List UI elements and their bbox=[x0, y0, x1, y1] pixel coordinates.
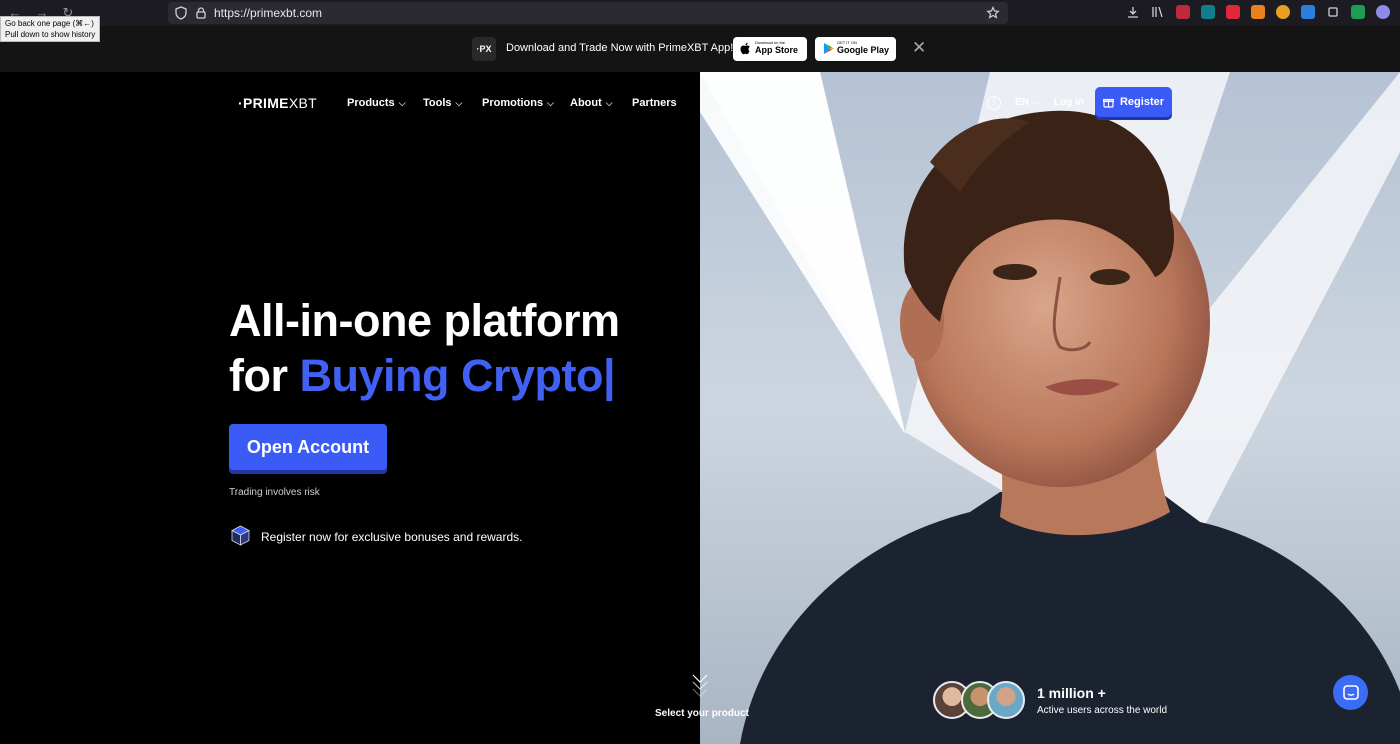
nav-products[interactable]: Products ⌵ bbox=[347, 97, 406, 109]
nav-tools[interactable]: Tools ⌵ bbox=[423, 97, 462, 109]
extension-red-icon[interactable] bbox=[1176, 5, 1190, 19]
app-store-label: App Store bbox=[755, 45, 799, 55]
nav-partners[interactable]: Partners bbox=[632, 97, 677, 109]
apple-icon bbox=[740, 42, 750, 55]
avatar bbox=[987, 681, 1025, 719]
browser-toolbar: ← → ↻ https://primexbt.com Go back one p… bbox=[0, 0, 1400, 42]
users-label: Active users across the world bbox=[1037, 705, 1168, 716]
chevron-down-icon: ⌵ bbox=[398, 98, 406, 108]
extension-k-icon[interactable] bbox=[1301, 5, 1315, 19]
hero-left-panel bbox=[0, 72, 700, 744]
logo-bold-text: ·PRIME bbox=[238, 95, 289, 111]
extensions-puzzle-icon[interactable] bbox=[1326, 5, 1340, 19]
extension-lock-icon[interactable] bbox=[1226, 5, 1240, 19]
google-play-button[interactable]: GET IT ON Google Play bbox=[815, 37, 896, 61]
back-tooltip: Go back one page (⌘←) Pull down to show … bbox=[0, 16, 101, 42]
headline-accent: Buying Crypto| bbox=[299, 350, 616, 401]
register-label: Register bbox=[1119, 96, 1165, 108]
chevron-down-icon: ⌵ bbox=[547, 98, 554, 108]
headline-line-2: for Buying Crypto| bbox=[229, 348, 619, 403]
hero-person-illustration bbox=[700, 72, 1400, 744]
google-play-icon bbox=[824, 43, 834, 54]
headline-for: for bbox=[229, 350, 300, 401]
gift-icon bbox=[1103, 98, 1114, 108]
bonus-text: Register now for exclusive bonuses and r… bbox=[261, 530, 523, 544]
nav-promotions-label: Promotions bbox=[482, 97, 544, 109]
open-account-button[interactable]: Open Account bbox=[229, 424, 387, 470]
promo-text: Download and Trade Now with PrimeXBT App… bbox=[506, 42, 734, 54]
chat-support-button[interactable] bbox=[1333, 675, 1368, 710]
logo-light-text: XBT bbox=[288, 95, 317, 111]
extension-star-icon[interactable] bbox=[1276, 5, 1290, 19]
register-button[interactable]: Register bbox=[1095, 87, 1172, 117]
extension-x-icon[interactable] bbox=[1351, 5, 1365, 19]
chat-icon bbox=[1342, 684, 1359, 700]
chevron-down-icon: ⌵ bbox=[1031, 97, 1039, 107]
chevron-down-icon: ⌵ bbox=[605, 98, 613, 108]
app-store-button[interactable]: Download on the App Store bbox=[733, 37, 807, 61]
login-link[interactable]: Log in bbox=[1054, 97, 1084, 108]
extension-purple-icon[interactable] bbox=[1376, 5, 1390, 19]
primexbt-logo[interactable]: ·PRIMEXBT bbox=[238, 95, 317, 111]
hero-photo bbox=[700, 72, 1400, 744]
address-bar[interactable]: https://primexbt.com bbox=[168, 2, 1008, 24]
extensions-toolbar bbox=[1126, 5, 1390, 19]
close-icon[interactable]: ✕ bbox=[912, 39, 926, 56]
extension-teal-icon[interactable] bbox=[1201, 5, 1215, 19]
lock-icon[interactable] bbox=[194, 6, 208, 20]
library-icon[interactable] bbox=[1151, 5, 1165, 19]
px-app-logo: ·PX bbox=[472, 37, 496, 61]
select-product-label[interactable]: Select your product bbox=[655, 708, 749, 719]
metamask-fox-icon[interactable] bbox=[1251, 5, 1265, 19]
language-selector[interactable]: EN ⌵ bbox=[1015, 97, 1039, 108]
app-promo-banner: ·PX Download and Trade Now with PrimeXBT… bbox=[0, 26, 1400, 72]
url-text: https://primexbt.com bbox=[214, 6, 323, 20]
nav-about-label: About bbox=[570, 97, 602, 109]
nav-products-label: Products bbox=[347, 97, 395, 109]
user-avatars bbox=[933, 681, 1028, 721]
hero-headline: All-in-one platform for Buying Crypto| bbox=[229, 293, 620, 403]
bookmark-star-icon[interactable] bbox=[986, 6, 1000, 20]
headline-line-1: All-in-one platform bbox=[229, 295, 620, 346]
scroll-down-chevrons-icon[interactable] bbox=[690, 672, 710, 700]
chevron-down-icon: ⌵ bbox=[455, 98, 463, 108]
nav-tools-label: Tools bbox=[423, 97, 452, 109]
google-play-label: Google Play bbox=[837, 45, 890, 55]
gift-box-icon bbox=[231, 525, 250, 546]
users-count: 1 million + bbox=[1037, 685, 1106, 701]
help-icon[interactable]: ? bbox=[987, 96, 1001, 110]
download-icon[interactable] bbox=[1126, 5, 1140, 19]
nav-promotions[interactable]: Promotions ⌵ bbox=[482, 97, 554, 109]
tooltip-line-1: Go back one page (⌘←) bbox=[5, 19, 94, 28]
nav-partners-label: Partners bbox=[632, 97, 677, 109]
language-label: EN bbox=[1015, 97, 1029, 108]
tooltip-line-2: Pull down to show history bbox=[5, 30, 96, 39]
risk-warning: Trading involves risk bbox=[229, 487, 320, 498]
shield-icon[interactable] bbox=[174, 6, 188, 20]
nav-about[interactable]: About ⌵ bbox=[570, 97, 613, 109]
